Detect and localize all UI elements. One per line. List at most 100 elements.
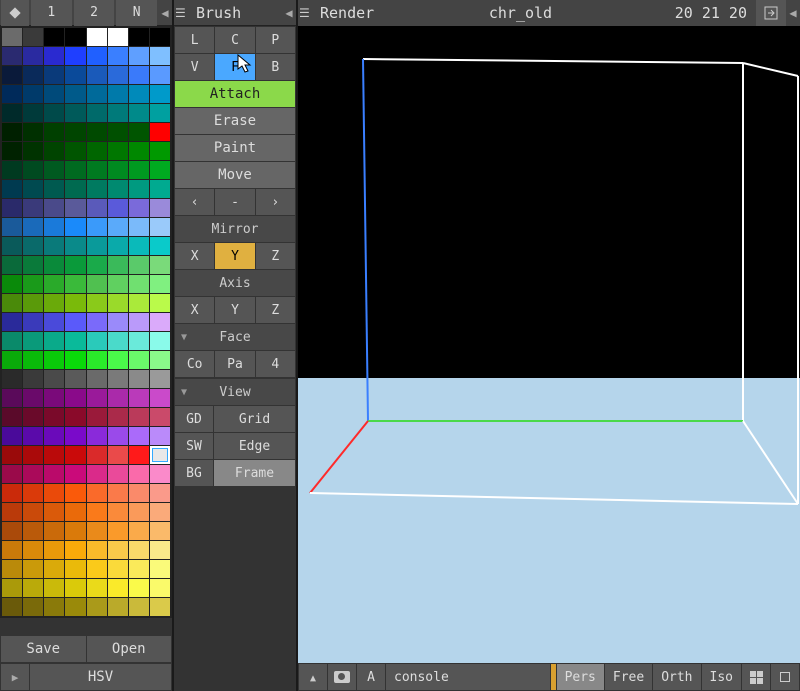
color-swatch[interactable] xyxy=(150,256,170,274)
color-swatch[interactable] xyxy=(87,465,107,483)
orth-button[interactable]: Orth xyxy=(653,664,700,690)
color-swatch[interactable] xyxy=(44,294,64,312)
color-swatch[interactable] xyxy=(23,446,43,464)
color-swatch[interactable] xyxy=(44,104,64,122)
color-swatch[interactable] xyxy=(87,28,107,46)
brush-v[interactable]: V xyxy=(175,54,214,80)
color-swatch[interactable] xyxy=(2,294,22,312)
color-swatch[interactable] xyxy=(129,180,149,198)
color-swatch[interactable] xyxy=(2,503,22,521)
color-swatch[interactable] xyxy=(150,104,170,122)
color-swatch[interactable] xyxy=(150,28,170,46)
nav-prev[interactable]: ‹ xyxy=(175,189,214,215)
color-swatch[interactable] xyxy=(44,28,64,46)
color-swatch[interactable] xyxy=(108,104,128,122)
play-button[interactable] xyxy=(1,664,29,690)
color-swatch[interactable] xyxy=(87,123,107,141)
color-swatch[interactable] xyxy=(44,522,64,540)
color-swatch[interactable] xyxy=(2,465,22,483)
color-swatch[interactable] xyxy=(108,237,128,255)
color-swatch[interactable] xyxy=(44,465,64,483)
color-swatch[interactable] xyxy=(2,218,22,236)
color-swatch[interactable] xyxy=(23,427,43,445)
move-button[interactable]: Move xyxy=(175,162,295,188)
color-swatch[interactable] xyxy=(108,465,128,483)
color-swatch[interactable] xyxy=(65,199,85,217)
color-swatch[interactable] xyxy=(108,484,128,502)
color-swatch[interactable] xyxy=(23,218,43,236)
color-swatch[interactable] xyxy=(129,199,149,217)
color-swatch[interactable] xyxy=(150,47,170,65)
iso-button[interactable]: Iso xyxy=(702,664,741,690)
color-swatch[interactable] xyxy=(65,180,85,198)
color-swatch[interactable] xyxy=(108,408,128,426)
color-swatch[interactable] xyxy=(129,446,149,464)
color-swatch[interactable] xyxy=(23,503,43,521)
view-grid[interactable]: Grid xyxy=(214,406,295,432)
color-swatch[interactable] xyxy=(108,142,128,160)
color-swatch[interactable] xyxy=(150,522,170,540)
brush-collapse[interactable]: ◀ xyxy=(282,0,296,26)
color-swatch[interactable] xyxy=(87,161,107,179)
color-swatch[interactable] xyxy=(44,275,64,293)
view-header[interactable]: ▼View xyxy=(175,379,295,405)
color-swatch[interactable] xyxy=(23,47,43,65)
nav-next[interactable]: › xyxy=(256,189,295,215)
color-swatch[interactable] xyxy=(44,389,64,407)
color-swatch[interactable] xyxy=(44,313,64,331)
color-swatch[interactable] xyxy=(150,123,170,141)
color-swatch[interactable] xyxy=(108,560,128,578)
color-swatch[interactable] xyxy=(150,484,170,502)
color-swatch[interactable] xyxy=(150,503,170,521)
color-swatch[interactable] xyxy=(65,123,85,141)
color-swatch[interactable] xyxy=(129,294,149,312)
color-swatch[interactable] xyxy=(2,28,22,46)
camera-button[interactable] xyxy=(328,664,356,690)
color-swatch[interactable] xyxy=(23,123,43,141)
color-swatch[interactable] xyxy=(65,28,85,46)
color-swatch[interactable] xyxy=(65,370,85,388)
color-swatch[interactable] xyxy=(2,275,22,293)
color-swatch[interactable] xyxy=(129,256,149,274)
color-swatch[interactable] xyxy=(108,427,128,445)
color-swatch[interactable] xyxy=(23,256,43,274)
color-swatch[interactable] xyxy=(65,427,85,445)
color-swatch[interactable] xyxy=(44,47,64,65)
color-swatch[interactable] xyxy=(150,313,170,331)
console-field[interactable]: console xyxy=(386,664,550,690)
palette-tab-2[interactable]: 2 xyxy=(74,0,115,26)
color-swatch[interactable] xyxy=(44,503,64,521)
color-swatch[interactable] xyxy=(2,389,22,407)
color-swatch[interactable] xyxy=(23,66,43,84)
color-swatch[interactable] xyxy=(87,104,107,122)
color-swatch[interactable] xyxy=(87,408,107,426)
color-swatch[interactable] xyxy=(44,66,64,84)
color-swatch[interactable] xyxy=(108,351,128,369)
color-swatch[interactable] xyxy=(44,199,64,217)
color-swatch[interactable] xyxy=(108,161,128,179)
color-swatch[interactable] xyxy=(23,294,43,312)
color-swatch[interactable] xyxy=(65,256,85,274)
color-swatch[interactable] xyxy=(87,313,107,331)
color-swatch[interactable] xyxy=(150,142,170,160)
color-swatch[interactable] xyxy=(150,351,170,369)
color-swatch[interactable] xyxy=(2,313,22,331)
color-swatch[interactable] xyxy=(150,275,170,293)
color-swatch[interactable] xyxy=(44,161,64,179)
color-swatch[interactable] xyxy=(2,161,22,179)
color-swatch[interactable] xyxy=(23,408,43,426)
color-swatch[interactable] xyxy=(129,541,149,559)
color-swatch[interactable] xyxy=(129,465,149,483)
color-swatch[interactable] xyxy=(150,579,170,597)
color-swatch[interactable] xyxy=(87,503,107,521)
color-swatch[interactable] xyxy=(65,218,85,236)
color-swatch[interactable] xyxy=(2,446,22,464)
color-swatch[interactable] xyxy=(65,522,85,540)
color-swatch[interactable] xyxy=(2,237,22,255)
color-swatch[interactable] xyxy=(129,332,149,350)
color-swatch[interactable] xyxy=(150,408,170,426)
color-swatch[interactable] xyxy=(87,389,107,407)
color-swatch[interactable] xyxy=(87,256,107,274)
mirror-y[interactable]: Y xyxy=(215,243,254,269)
color-swatch[interactable] xyxy=(44,218,64,236)
